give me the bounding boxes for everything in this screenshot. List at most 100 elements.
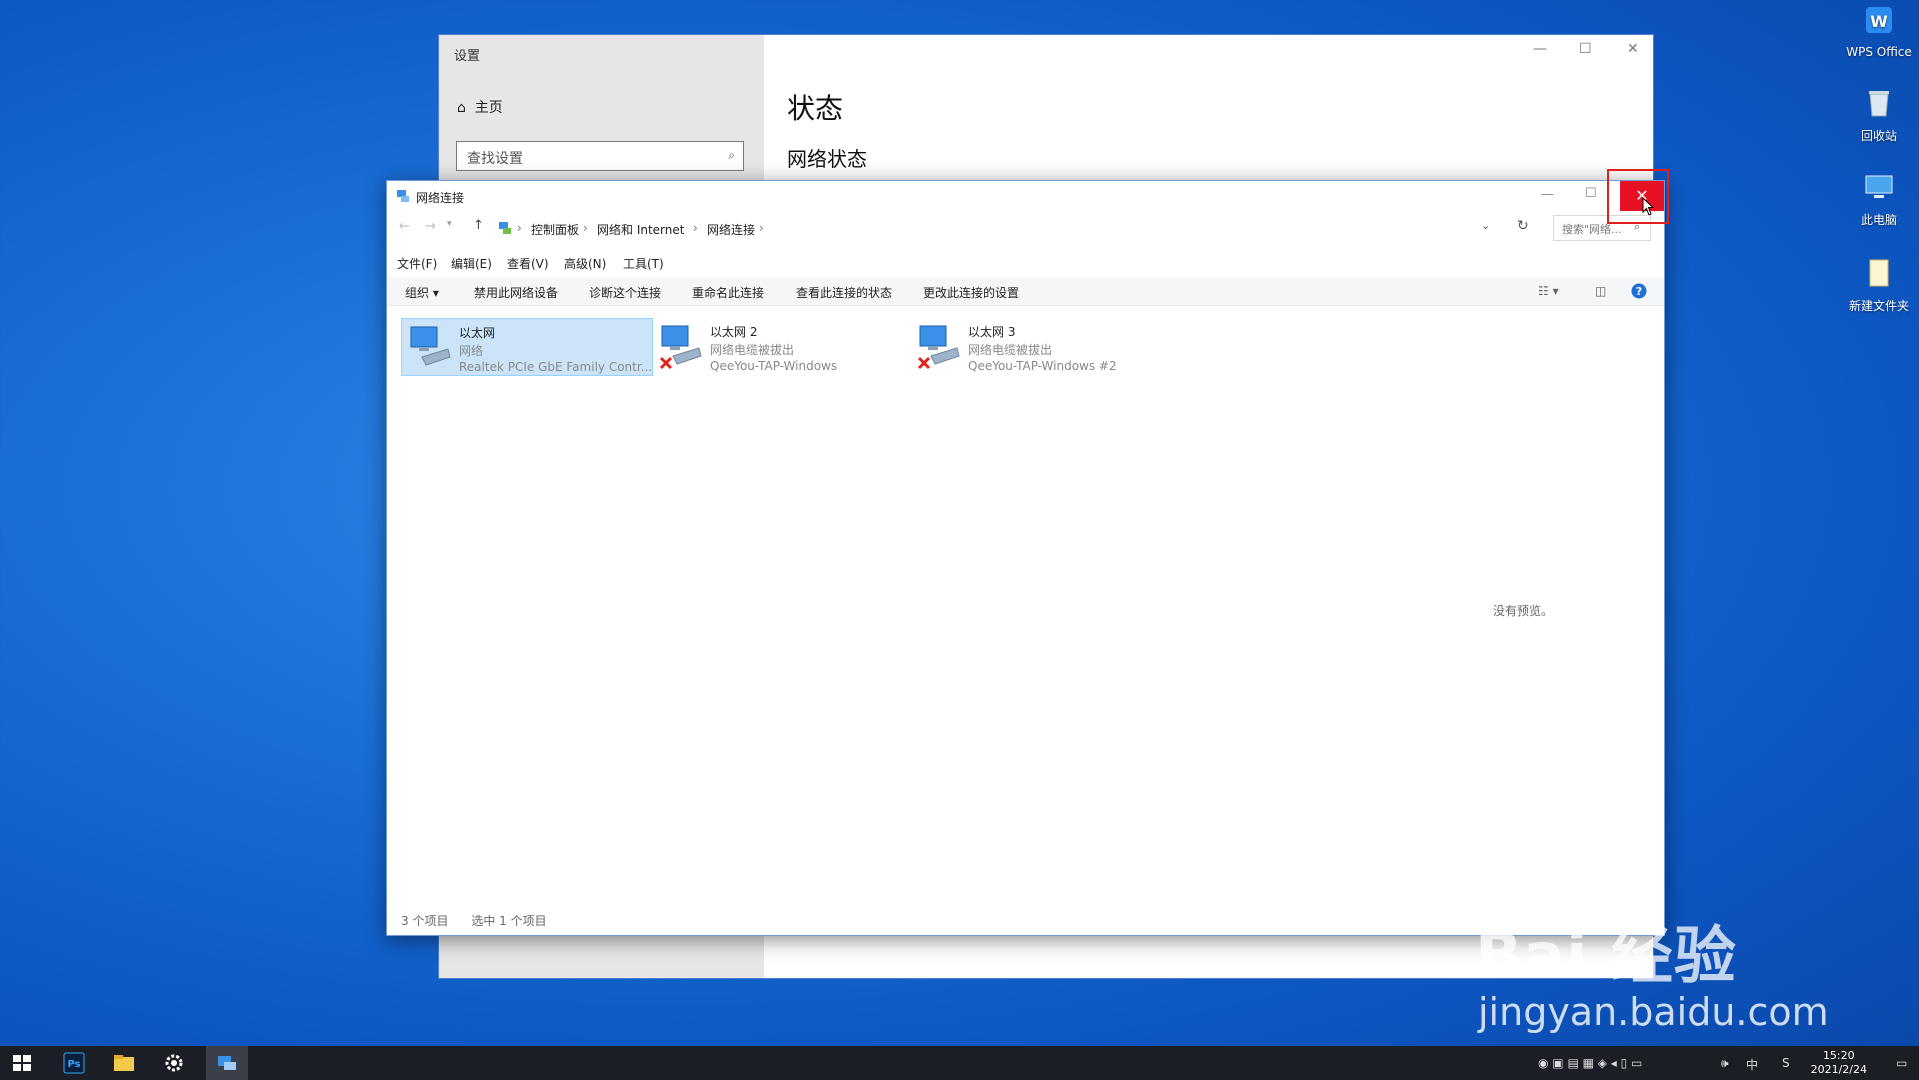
watermark-url: jingyan.baidu.com xyxy=(1478,990,1829,1034)
forward-button[interactable]: → xyxy=(425,219,436,234)
breadcrumb[interactable]: › 控制面板 › 网络和 Internet › 网络连接 › xyxy=(495,215,1505,241)
menu-file[interactable]: 文件(F) xyxy=(397,255,437,272)
back-button[interactable]: ← xyxy=(399,219,410,234)
connection-adapter: QeeYou-TAP-Windows xyxy=(710,359,838,373)
ethernet-adapter-icon xyxy=(917,325,960,370)
diagnose-button[interactable]: 诊断这个连接 xyxy=(589,284,661,301)
rename-button[interactable]: 重命名此连接 xyxy=(692,284,764,301)
menu-edit[interactable]: 编辑(E) xyxy=(451,255,492,272)
settings-search-placeholder: 查找设置 xyxy=(467,151,523,167)
notification-icon[interactable]: ▭ xyxy=(1896,1056,1907,1070)
desktop-icon-label: WPS Office xyxy=(1846,45,1912,59)
breadcrumb-network-connections[interactable]: 网络连接 xyxy=(707,221,755,238)
windows-start-icon[interactable] xyxy=(10,1051,34,1075)
breadcrumb-separator: › xyxy=(693,221,698,235)
file-explorer-icon[interactable] xyxy=(112,1051,136,1075)
settings-close-button[interactable]: ✕ xyxy=(1627,41,1639,57)
clock-date: 2021/2/24 xyxy=(1810,1063,1867,1076)
maximize-button[interactable]: ☐ xyxy=(1585,186,1597,201)
menu-advanced[interactable]: 高级(N) xyxy=(564,255,606,272)
menu-bar: 文件(F) 编辑(E) 查看(V) 高级(N) 工具(T) xyxy=(387,253,1664,273)
folder-icon xyxy=(1869,259,1889,287)
network-icon xyxy=(397,190,409,202)
breadcrumb-separator: › xyxy=(583,221,588,235)
breadcrumb-separator: › xyxy=(517,221,522,235)
connection-adapter: Realtek PCIe GbE Family Contr... xyxy=(459,360,651,374)
ime-indicator[interactable]: 中 xyxy=(1746,1056,1758,1073)
settings-heading: 状态 xyxy=(787,92,844,125)
connection-status: 网络电缆被拔出 xyxy=(968,343,1053,357)
settings-maximize-button[interactable]: ☐ xyxy=(1579,41,1592,57)
selected-count: 选中 1 个项目 xyxy=(471,914,547,928)
menu-tools[interactable]: 工具(T) xyxy=(623,255,664,272)
connection-name: 以太网 xyxy=(459,326,496,340)
address-bar: ← → ▾ ↑ › 控制面板 › 网络和 Internet › 网络连接 › ⌄… xyxy=(387,213,1664,243)
breadcrumb-separator: › xyxy=(759,221,764,235)
recycle-bin-icon xyxy=(1869,91,1889,117)
preview-pane-message: 没有预览。 xyxy=(1493,604,1554,618)
sogou-ime-icon[interactable]: S xyxy=(1782,1056,1790,1070)
recent-locations-button[interactable]: ▾ xyxy=(447,219,452,229)
home-icon: ⌂ xyxy=(457,100,466,116)
search-icon: ⌕ xyxy=(728,148,735,162)
title-bar[interactable]: 网络连接 — ☐ ✕ xyxy=(387,181,1664,216)
ethernet-adapter-icon xyxy=(410,326,451,366)
refresh-icon[interactable]: ↻ xyxy=(1517,218,1529,234)
clock-time: 15:20 xyxy=(1822,1049,1855,1062)
network-connections-window[interactable]: 网络连接 — ☐ ✕ ← → ▾ ↑ › 控制面板 › 网络和 Internet… xyxy=(386,180,1665,936)
connection-name: 以太网 2 xyxy=(710,325,758,339)
settings-title: 设置 xyxy=(454,49,481,64)
settings-search-input[interactable]: 查找设置 ⌕ xyxy=(456,141,744,171)
connection-adapter: QeeYou-TAP-Windows #2 xyxy=(968,359,1117,373)
breadcrumb-network-internet[interactable]: 网络和 Internet xyxy=(597,221,684,238)
view-status-button[interactable]: 查看此连接的状态 xyxy=(796,284,892,301)
up-button[interactable]: ↑ xyxy=(473,218,484,233)
connection-item-ethernet-2[interactable]: 以太网 2 网络电缆被拔出 QeeYou-TAP-Windows xyxy=(653,318,905,376)
taskbar-active-app[interactable] xyxy=(206,1046,248,1080)
status-bar: 3 个项目 选中 1 个项目 xyxy=(401,912,547,929)
connection-item-ethernet[interactable]: 以太网 网络 Realtek PCIe GbE Family Contr... xyxy=(401,318,653,376)
watermark-brand: Bai 经验 xyxy=(1475,919,1737,992)
desktop-icon-label: 新建文件夹 xyxy=(1848,299,1909,313)
desktop-icon-label: 此电脑 xyxy=(1860,213,1897,227)
taskbar: Ps ◉ ▣ ▤ ▦ ◈ ◂ ▯ ▭ 🕪 中 S 15:20 2021/2/24… xyxy=(0,1046,1919,1080)
tray-icons[interactable]: ◉ ▣ ▤ ▦ ◈ ◂ ▯ ▭ xyxy=(1538,1056,1642,1070)
settings-home-link[interactable]: ⌂ 主页 xyxy=(457,97,503,117)
control-panel-icon xyxy=(499,222,511,234)
breadcrumb-control-panel[interactable]: 控制面板 xyxy=(531,221,579,238)
svg-text:W: W xyxy=(1870,12,1888,31)
close-button-highlight xyxy=(1607,169,1669,224)
ethernet-adapter-icon xyxy=(659,325,702,370)
address-dropdown-icon[interactable]: ⌄ xyxy=(1481,219,1490,232)
view-options-icon[interactable]: ☷ ▾ xyxy=(1538,284,1559,298)
help-icon[interactable]: ? xyxy=(1631,283,1647,299)
change-settings-button[interactable]: 更改此连接的设置 xyxy=(923,284,1019,301)
connection-item-ethernet-3[interactable]: 以太网 3 网络电缆被拔出 QeeYou-TAP-Windows #2 xyxy=(911,318,1163,376)
volume-icon[interactable]: 🕪 xyxy=(1721,1056,1729,1071)
connection-status: 网络电缆被拔出 xyxy=(710,343,795,357)
home-label: 主页 xyxy=(474,100,503,116)
desktop-icon-label: 回收站 xyxy=(1860,129,1897,143)
this-pc-icon xyxy=(1865,175,1893,198)
desktop-icon-this-pc[interactable]: 此电脑 xyxy=(1834,170,1919,228)
item-count: 3 个项目 xyxy=(401,914,449,928)
svg-text:?: ? xyxy=(1636,285,1642,298)
wps-office-icon: W xyxy=(1866,7,1892,33)
settings-gear-icon[interactable] xyxy=(162,1051,186,1075)
svg-text:Ps: Ps xyxy=(67,1059,80,1070)
disable-device-button[interactable]: 禁用此网络设备 xyxy=(474,284,558,301)
desktop-icon-new-folder[interactable]: 新建文件夹 xyxy=(1834,256,1919,314)
clock[interactable]: 15:20 2021/2/24 xyxy=(1811,1049,1867,1077)
menu-view[interactable]: 查看(V) xyxy=(507,255,549,272)
connection-status: 网络 xyxy=(459,344,484,358)
settings-minimize-button[interactable]: — xyxy=(1533,41,1547,57)
preview-pane-icon[interactable]: ◫ xyxy=(1595,284,1606,298)
minimize-button[interactable]: — xyxy=(1541,187,1554,202)
desktop-icon-recycle-bin[interactable]: 回收站 xyxy=(1834,86,1919,144)
desktop-icon-wps[interactable]: W WPS Office xyxy=(1834,4,1919,59)
window-title: 网络连接 xyxy=(416,191,465,205)
organize-button[interactable]: 组织 ▾ xyxy=(405,284,439,301)
command-bar: 组织 ▾ 禁用此网络设备 诊断这个连接 重命名此连接 查看此连接的状态 更改此连… xyxy=(387,277,1664,306)
photoshop-icon[interactable]: Ps xyxy=(62,1051,86,1075)
connection-name: 以太网 3 xyxy=(968,325,1016,339)
